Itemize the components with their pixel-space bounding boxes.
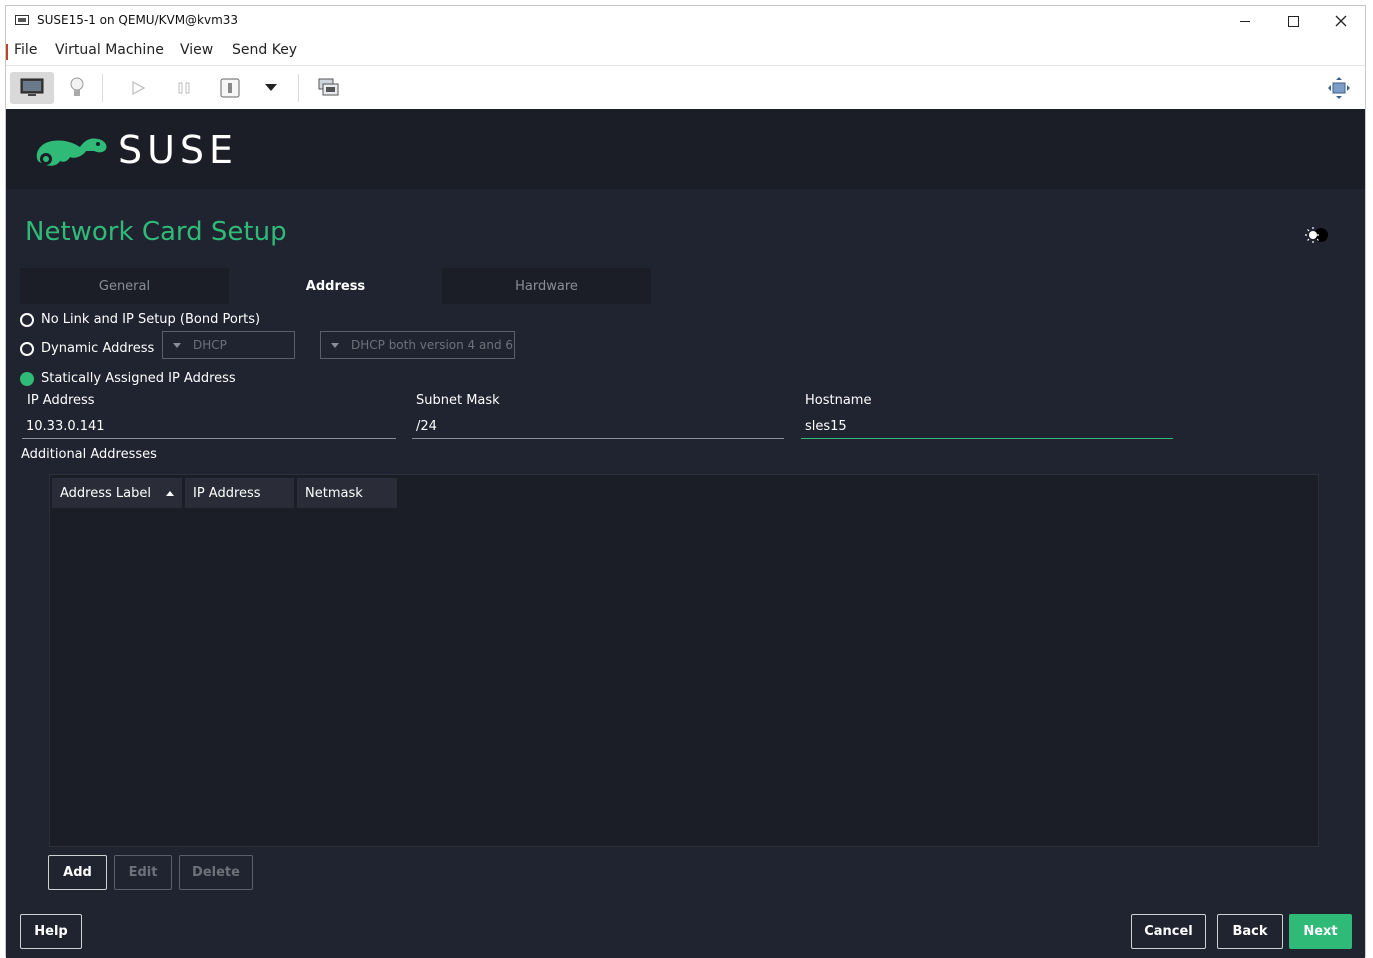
edit-button[interactable]: Edit [114,855,172,890]
lightbulb-icon [70,77,84,96]
cancel-button[interactable]: Cancel [1131,914,1206,949]
radio-dynamic[interactable]: Dynamic Address [20,341,154,356]
menu-view[interactable]: View [180,42,213,58]
radio-button[interactable] [20,312,34,327]
vm-window: SUSE15-1 on QEMU/KVM@kvm33 File Virtual … [5,5,1366,958]
run-button[interactable] [126,72,150,104]
hostname-input[interactable]: sles15 [801,415,1173,439]
additional-addresses-table[interactable]: Address Label IP Address Netmask [49,474,1319,847]
radio-no-link-label: No Link and IP Setup (Bond Ports) [41,312,261,327]
close-icon [1335,15,1347,27]
ip-address-input[interactable]: 10.33.0.141 [22,415,396,439]
chevron-down-icon [173,342,181,348]
minimize-icon [1240,20,1250,22]
pause-button[interactable] [172,72,196,104]
radio-button-selected[interactable] [20,371,34,386]
snapshots-button[interactable] [316,72,342,104]
menu-file-label: File [14,42,38,58]
power-icon [220,78,240,98]
tab-general[interactable]: General [20,268,229,304]
delete-button[interactable]: Delete [179,855,253,890]
chevron-down-icon [331,342,339,348]
column-header-netmask[interactable]: Netmask [297,478,397,508]
shutdown-menu-button[interactable] [262,72,280,104]
monitor-icon [20,78,44,96]
minimize-button[interactable] [1230,10,1260,32]
menu-send-key[interactable]: Send Key [232,42,297,58]
play-icon [132,80,146,96]
menu-virtual-machine-label: Virtual Machine [55,42,164,58]
suse-chameleon-logo [36,138,107,166]
dhcp-mode-select[interactable]: DHCP [162,331,295,359]
maximize-icon [1287,15,1299,27]
fullscreen-icon [1328,77,1350,99]
tab-bar: General Address Hardware [20,268,652,304]
vm-app-icon [15,15,29,25]
radio-static[interactable]: Statically Assigned IP Address [20,371,236,386]
column-header-label: Netmask [305,485,363,501]
ip-address-label: IP Address [27,393,95,408]
column-header-label: IP Address [193,485,261,501]
menu-file[interactable]: File [14,42,37,58]
maximize-button[interactable] [1278,10,1308,32]
back-button[interactable]: Back [1217,914,1283,949]
toolbar [6,65,1365,109]
add-button[interactable]: Add [48,855,107,890]
shutdown-button[interactable] [218,72,242,104]
snapshot-icon [318,78,339,96]
radio-dynamic-label: Dynamic Address [41,341,155,356]
installer-header: SUSE [6,109,1365,189]
dhcp-version-select[interactable]: DHCP both version 4 and 6 [320,331,515,359]
menu-bar: File Virtual Machine View Send Key [6,39,1365,65]
suse-logo-text: SUSE [118,128,239,172]
menu-virtual-machine[interactable]: Virtual Machine [55,42,164,58]
console-button[interactable] [10,72,54,104]
column-header-label: Address Label [60,485,151,501]
installer-screen: SUSE Network Card Setup General Address … [6,109,1365,958]
additional-addresses-label: Additional Addresses [21,447,157,462]
details-button[interactable] [64,72,90,104]
theme-toggle-icon[interactable] [1304,226,1330,244]
menu-view-label: View [180,42,214,58]
column-header-ip-address[interactable]: IP Address [185,478,294,508]
toolbar-separator [102,74,103,102]
tab-address[interactable]: Address [231,268,440,304]
help-button[interactable]: Help [20,914,82,949]
subnet-mask-label: Subnet Mask [416,393,500,408]
sort-ascending-icon [166,491,174,496]
tab-hardware[interactable]: Hardware [442,268,651,304]
window-title: SUSE15-1 on QEMU/KVM@kvm33 [37,13,239,27]
radio-static-label: Statically Assigned IP Address [41,371,236,386]
subnet-mask-input[interactable]: /24 [412,415,784,439]
pause-icon [178,82,190,94]
toolbar-separator [298,74,299,102]
close-button[interactable] [1326,10,1356,32]
next-button[interactable]: Next [1289,914,1352,949]
page-title: Network Card Setup [25,217,287,247]
dhcp-version-value: DHCP both version 4 and 6 [351,338,514,352]
fullscreen-button[interactable] [1326,72,1352,104]
menu-bar-marker [6,44,8,60]
radio-button[interactable] [20,341,34,356]
column-header-address-label[interactable]: Address Label [52,478,182,508]
radio-no-link[interactable]: No Link and IP Setup (Bond Ports) [20,312,260,327]
dhcp-mode-value: DHCP [193,338,227,352]
hostname-label: Hostname [805,393,872,408]
title-bar: SUSE15-1 on QEMU/KVM@kvm33 [6,6,1365,36]
menu-send-key-label: Send Key [232,42,298,58]
dropdown-arrow-icon [265,84,277,91]
